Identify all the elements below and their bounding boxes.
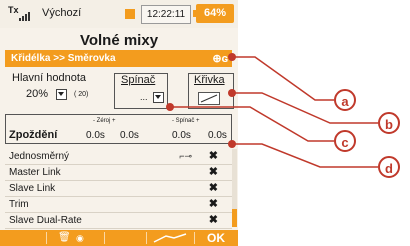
callout-anchor [228, 53, 236, 61]
callout-a: a [334, 89, 356, 111]
callout-c: c [334, 130, 356, 152]
callout-leaders [170, 56, 378, 168]
callout-anchor [228, 89, 236, 97]
callout-d: d [378, 156, 400, 178]
callout-anchor [166, 103, 174, 111]
callout-anchor [228, 140, 236, 148]
callout-b: b [378, 112, 400, 134]
